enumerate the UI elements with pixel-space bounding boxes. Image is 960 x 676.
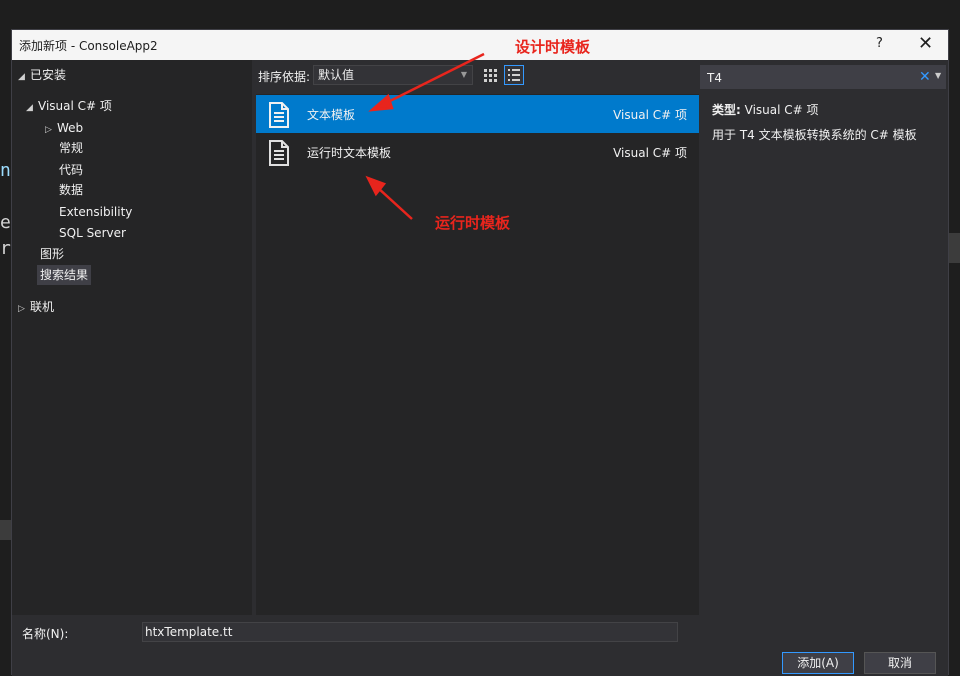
annotation-arrow-head [368, 93, 394, 112]
annotation-arrows [365, 52, 485, 220]
annotation-arrow-line [383, 52, 485, 106]
annotation-arrow-line [377, 187, 413, 220]
